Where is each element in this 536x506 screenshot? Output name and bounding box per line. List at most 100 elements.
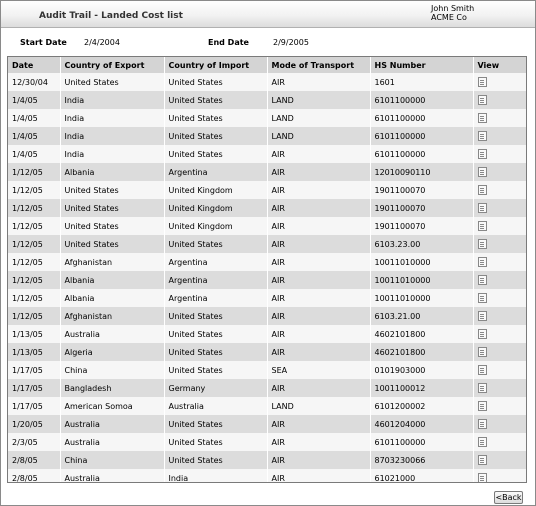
document-icon[interactable] xyxy=(477,203,487,213)
document-icon[interactable] xyxy=(477,239,487,249)
country-of-export-cell: Afghanistan xyxy=(60,253,165,271)
country-of-export-cell: India xyxy=(60,109,165,127)
document-icon[interactable] xyxy=(477,293,487,303)
document-icon[interactable] xyxy=(477,365,487,375)
table-row: 1/13/05 Australia United States AIR 46021018… xyxy=(8,325,526,343)
table-row: 1/17/05 Bangladesh Germany AIR 1001100012 xyxy=(8,379,526,397)
country-of-export-cell: Australia xyxy=(60,433,165,451)
hs-number-cell: 10011010000 xyxy=(370,271,474,289)
hs-number-cell: 6101100000 xyxy=(370,433,474,451)
view-cell xyxy=(473,253,526,271)
column-header-mode-of-transport[interactable]: Mode of Transport xyxy=(267,57,371,73)
view-cell xyxy=(473,433,526,451)
country-of-import-cell: United States xyxy=(164,325,268,343)
end-date-group: End Date xyxy=(208,38,249,47)
mode-of-transport-cell: AIR xyxy=(267,163,371,181)
country-of-export-cell: American Somoa xyxy=(60,397,165,415)
country-of-import-cell: Argentina xyxy=(164,163,268,181)
country-of-export-cell: Australia xyxy=(60,325,165,343)
country-of-import-cell: India xyxy=(164,469,268,482)
column-header-country-of-export[interactable]: Country of Export xyxy=(60,57,165,73)
document-icon[interactable] xyxy=(477,383,487,393)
country-of-import-cell: Argentina xyxy=(164,253,268,271)
date-cell: 1/17/05 xyxy=(8,397,61,415)
title-bar: Audit Trail - Landed Cost list John Smit… xyxy=(1,1,535,28)
date-cell: 1/12/05 xyxy=(8,199,61,217)
document-icon[interactable] xyxy=(477,149,487,159)
column-header-country-of-import[interactable]: Country of Import xyxy=(164,57,268,73)
document-icon[interactable] xyxy=(477,311,487,321)
document-icon[interactable] xyxy=(477,167,487,177)
mode-of-transport-cell: AIR xyxy=(267,307,371,325)
page-title: Audit Trail - Landed Cost list xyxy=(39,11,183,21)
table-row: 1/4/05 India United States LAND 6101100000 xyxy=(8,127,526,145)
table-row: 1/12/05 United States United Kingdom AIR 190… xyxy=(8,217,526,235)
country-of-export-cell: Australia xyxy=(60,415,165,433)
table-row: 2/3/05 Australia United States AIR 610110000… xyxy=(8,433,526,451)
view-cell xyxy=(473,325,526,343)
document-icon[interactable] xyxy=(477,185,487,195)
column-header-date[interactable]: Date xyxy=(8,57,61,73)
user-name: John Smith xyxy=(431,4,475,13)
document-icon[interactable] xyxy=(477,221,487,231)
document-icon[interactable] xyxy=(477,77,487,87)
date-cell: 1/4/05 xyxy=(8,109,61,127)
country-of-import-cell: United States xyxy=(164,307,268,325)
date-cell: 1/13/05 xyxy=(8,343,61,361)
table-row: 12/30/04 United States United States AIR 160… xyxy=(8,73,526,91)
end-date-value: 2/9/2005 xyxy=(273,38,309,47)
table-body: 12/30/04 United States United States AIR 160… xyxy=(8,73,526,482)
document-icon[interactable] xyxy=(477,437,487,447)
date-cell: 1/12/05 xyxy=(8,217,61,235)
document-icon[interactable] xyxy=(477,473,487,482)
view-cell xyxy=(473,127,526,145)
table-row: 1/4/05 India United States AIR 6101100000 xyxy=(8,145,526,163)
view-cell xyxy=(473,145,526,163)
date-cell: 2/8/05 xyxy=(8,451,61,469)
hs-number-cell: 8703230066 xyxy=(370,451,474,469)
date-cell: 1/12/05 xyxy=(8,163,61,181)
country-of-import-cell: United States xyxy=(164,109,268,127)
column-header-view: View xyxy=(473,57,526,73)
view-cell xyxy=(473,451,526,469)
country-of-import-cell: United States xyxy=(164,451,268,469)
start-date-label: Start Date xyxy=(20,38,67,47)
document-icon[interactable] xyxy=(477,419,487,429)
date-cell: 1/4/05 xyxy=(8,145,61,163)
mode-of-transport-cell: AIR xyxy=(267,379,371,397)
country-of-export-cell: Bangladesh xyxy=(60,379,165,397)
column-header-hs-number[interactable]: HS Number xyxy=(370,57,474,73)
document-icon[interactable] xyxy=(477,329,487,339)
date-cell: 1/12/05 xyxy=(8,253,61,271)
document-icon[interactable] xyxy=(477,95,487,105)
country-of-import-cell: United States xyxy=(164,361,268,379)
hs-number-cell: 4602101800 xyxy=(370,343,474,361)
document-icon[interactable] xyxy=(477,275,487,285)
view-cell xyxy=(473,307,526,325)
table-row: 1/17/05 China United States SEA 0101903000 xyxy=(8,361,526,379)
document-icon[interactable] xyxy=(477,257,487,267)
document-icon[interactable] xyxy=(477,455,487,465)
mode-of-transport-cell: LAND xyxy=(267,109,371,127)
date-cell: 1/12/05 xyxy=(8,307,61,325)
country-of-export-cell: India xyxy=(60,91,165,109)
document-icon[interactable] xyxy=(477,401,487,411)
country-of-import-cell: United Kingdom xyxy=(164,199,268,217)
user-info: John Smith ACME Co xyxy=(431,4,474,22)
mode-of-transport-cell: LAND xyxy=(267,127,371,145)
country-of-import-cell: United States xyxy=(164,235,268,253)
document-icon[interactable] xyxy=(477,113,487,123)
country-of-export-cell: China xyxy=(60,361,165,379)
hs-number-cell: 61021000 xyxy=(370,469,474,482)
view-cell xyxy=(473,469,526,482)
hs-number-cell: 10011010000 xyxy=(370,289,474,307)
back-button[interactable]: <Back xyxy=(494,491,523,504)
landed-cost-table-container[interactable]: Date Country of Export Country of Import… xyxy=(7,56,527,483)
document-icon[interactable] xyxy=(477,131,487,141)
mode-of-transport-cell: LAND xyxy=(267,91,371,109)
mode-of-transport-cell: AIR xyxy=(267,217,371,235)
table-row: 1/12/05 Afghanistan Argentina AIR 1001101000… xyxy=(8,253,526,271)
hs-number-cell: 0101903000 xyxy=(370,361,474,379)
document-icon[interactable] xyxy=(477,347,487,357)
table-row: 1/12/05 Albania Argentina AIR 10011010000 xyxy=(8,289,526,307)
